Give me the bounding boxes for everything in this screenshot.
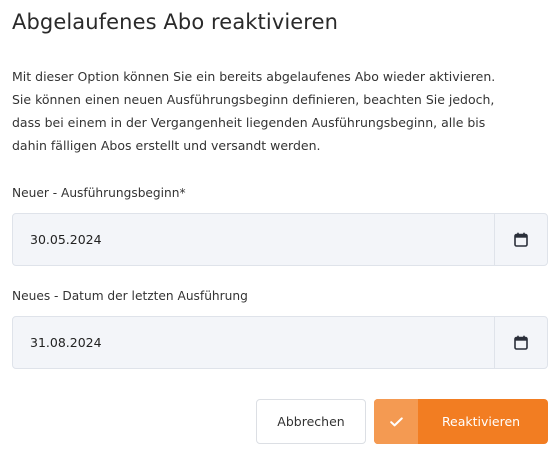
- dialog-description: Mit dieser Option können Sie ein bereits…: [12, 65, 552, 157]
- dialog-title: Abgelaufenes Abo reaktivieren: [12, 10, 339, 34]
- reactivate-dialog: Abgelaufenes Abo reaktivieren Mit dieser…: [0, 0, 560, 451]
- start-date-label: Neuer - Ausführungsbeginn*: [12, 186, 186, 200]
- check-icon: [374, 399, 418, 444]
- description-line: dass bei einem in der Vergangenheit lieg…: [12, 115, 486, 130]
- last-date-value[interactable]: 31.08.2024: [13, 335, 494, 350]
- last-date-label: Neues - Datum der letzten Ausführung: [12, 289, 248, 303]
- start-date-field[interactable]: 30.05.2024: [12, 213, 548, 266]
- last-date-picker-button[interactable]: [494, 317, 547, 368]
- calendar-icon: [514, 335, 528, 350]
- start-date-value[interactable]: 30.05.2024: [13, 232, 494, 247]
- reactivate-button-label: Reaktivieren: [441, 414, 521, 429]
- description-line: Mit dieser Option können Sie ein bereits…: [12, 69, 496, 84]
- reactivate-button[interactable]: Reaktivieren: [374, 399, 548, 444]
- cancel-button[interactable]: Abbrechen: [256, 399, 366, 444]
- description-line: dahin fälligen Abos erstellt und versand…: [12, 138, 321, 153]
- description-line: Sie können einen neuen Ausführungsbeginn…: [12, 92, 495, 107]
- calendar-icon: [514, 232, 528, 247]
- last-date-field[interactable]: 31.08.2024: [12, 316, 548, 369]
- start-date-picker-button[interactable]: [494, 214, 547, 265]
